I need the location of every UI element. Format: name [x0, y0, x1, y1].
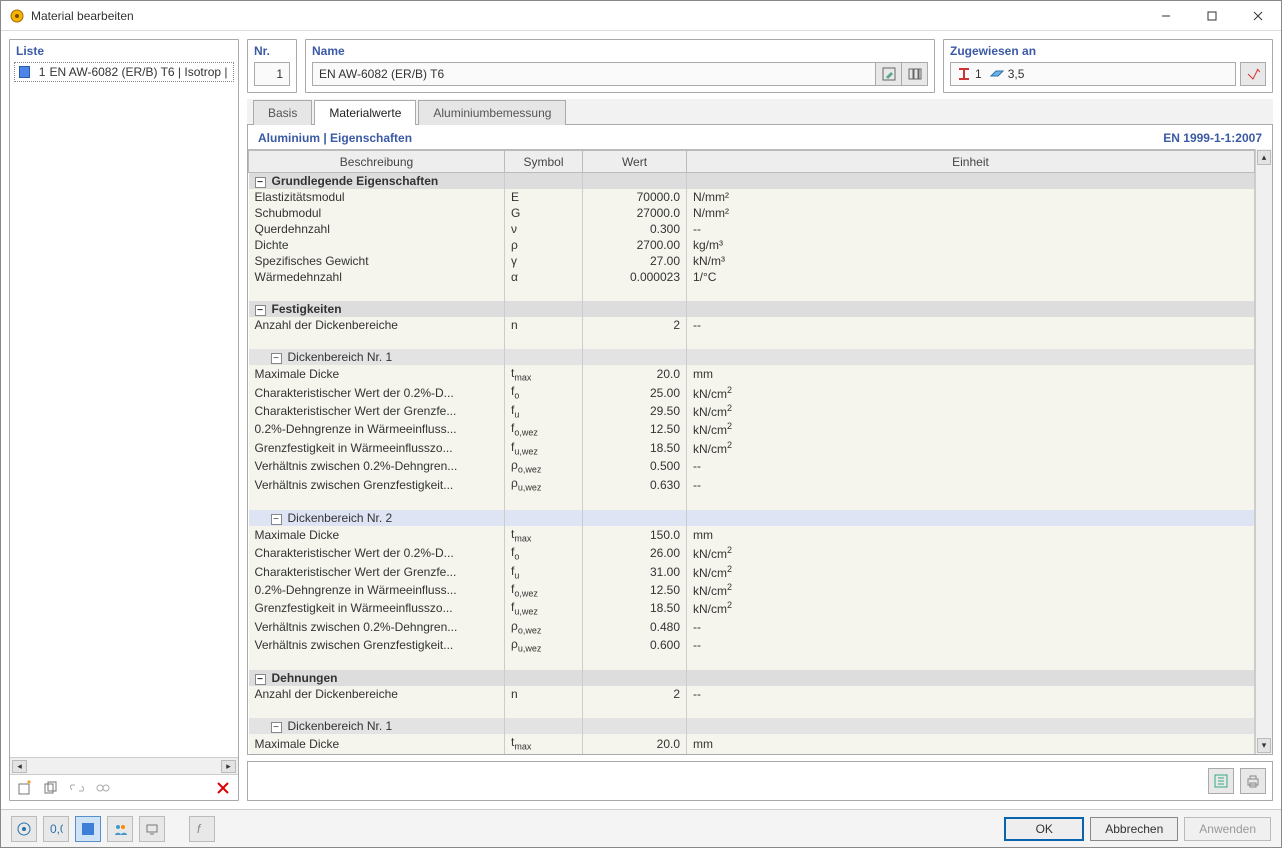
cancel-button[interactable]: Abbrechen [1090, 817, 1178, 841]
scroll-right-icon[interactable]: ▸ [221, 760, 236, 773]
minimize-button[interactable] [1143, 1, 1189, 31]
col-symbol[interactable]: Symbol [505, 151, 583, 173]
delete-item-button[interactable] [212, 777, 234, 799]
table-row[interactable]: Verhältnis zwischen Grenzfestigkeit...ρu… [249, 636, 1255, 654]
table-row[interactable]: Dehnungswert gemessen mit einer l...A80.… [249, 753, 1255, 754]
assigned-input[interactable]: 1 3,5 [950, 62, 1236, 86]
col-unit[interactable]: Einheit [687, 151, 1255, 173]
copy-item-button[interactable] [40, 777, 62, 799]
nr-label: Nr. [248, 40, 296, 60]
table-row[interactable]: 0.2%-Dehngrenze in Wärmeeinfluss...fo,we… [249, 420, 1255, 438]
name-input[interactable]: EN AW-6082 (ER/B) T6 [312, 62, 876, 86]
titlebar: Material bearbeiten [1, 1, 1281, 31]
table-row[interactable]: Spezifisches Gewichtγ27.00kN/m³ [249, 253, 1255, 269]
table-row[interactable]: Maximale Dicketmax20.0mm [249, 365, 1255, 383]
beam-icon [957, 68, 971, 80]
library-button[interactable] [902, 62, 928, 86]
table-row[interactable]: −Festigkeiten [249, 301, 1255, 317]
color-mode-button[interactable] [75, 816, 101, 842]
table-row[interactable]: SchubmodulG27000.0N/mm² [249, 205, 1255, 221]
tabs: Basis Materialwerte Aluminiumbemessung [247, 99, 1273, 125]
tab-basis[interactable]: Basis [253, 100, 312, 125]
table-row[interactable] [249, 285, 1255, 301]
table-row[interactable]: −Dickenbereich Nr. 2 [249, 510, 1255, 526]
tab-materialwerte[interactable]: Materialwerte [314, 100, 416, 125]
table-row[interactable]: −Dickenbereich Nr. 1 [249, 718, 1255, 734]
table-row[interactable]: Dichteρ2700.00kg/m³ [249, 237, 1255, 253]
dialog-window: Material bearbeiten Liste 1 EN AW-6082 (… [0, 0, 1282, 848]
table-row[interactable]: Charakteristischer Wert der Grenzfe...fu… [249, 402, 1255, 420]
table-row[interactable] [249, 333, 1255, 349]
window-title: Material bearbeiten [31, 9, 1143, 23]
list-label: Liste [10, 40, 238, 60]
table-row[interactable]: −Dickenbereich Nr. 1 [249, 349, 1255, 365]
svg-text:f: f [197, 822, 202, 836]
name-label: Name [306, 40, 934, 60]
assigned-label: Zugewiesen an [944, 40, 1272, 60]
link-button[interactable] [66, 777, 88, 799]
units-button[interactable]: 0,00 [43, 816, 69, 842]
maximize-button[interactable] [1189, 1, 1235, 31]
table-row[interactable]: 0.2%-Dehngrenze in Wärmeeinfluss...fo,we… [249, 581, 1255, 599]
list-item[interactable]: 1 EN AW-6082 (ER/B) T6 | Isotrop | Linea [14, 62, 234, 82]
table-row[interactable]: Anzahl der Dickenbereichen2-- [249, 317, 1255, 333]
list-item-nr: 1 [34, 65, 46, 79]
new-item-button[interactable] [14, 777, 36, 799]
table-row[interactable] [249, 494, 1255, 510]
close-button[interactable] [1235, 1, 1281, 31]
svg-text:0,00: 0,00 [50, 822, 63, 836]
table-row[interactable]: Querdehnzahlν0.300-- [249, 221, 1255, 237]
scroll-down-icon[interactable]: ▾ [1257, 738, 1271, 753]
col-description[interactable]: Beschreibung [249, 151, 505, 173]
vertical-scrollbar[interactable]: ▴ ▾ [1255, 149, 1272, 754]
section-title: Aluminium | Eigenschaften [258, 131, 412, 145]
norm-reference: EN 1999-1-1:2007 [1163, 131, 1262, 145]
table-row[interactable]: Grenzfestigkeit in Wärmeeinflusszo...fu,… [249, 599, 1255, 617]
print-button[interactable] [1240, 768, 1266, 794]
table-row[interactable]: Verhältnis zwischen 0.2%-Dehngren...ρo,w… [249, 618, 1255, 636]
help-button[interactable] [11, 816, 37, 842]
material-list[interactable]: 1 EN AW-6082 (ER/B) T6 | Isotrop | Linea [10, 60, 238, 757]
apply-button: Anwenden [1184, 817, 1271, 841]
table-row[interactable]: Verhältnis zwischen Grenzfestigkeit...ρu… [249, 475, 1255, 493]
properties-grid[interactable]: Beschreibung Symbol Wert Einheit −Grundl… [248, 149, 1255, 754]
table-row[interactable]: Maximale Dicketmax20.0mm [249, 734, 1255, 752]
table-row[interactable] [249, 654, 1255, 670]
ok-button[interactable]: OK [1004, 817, 1084, 841]
col-value[interactable]: Wert [583, 151, 687, 173]
export-button[interactable] [1208, 768, 1234, 794]
table-row[interactable]: Maximale Dicketmax150.0mm [249, 526, 1255, 544]
footer: 0,00 f OK Abbrechen Anwenden [1, 809, 1281, 847]
table-row[interactable]: Verhältnis zwischen 0.2%-Dehngren...ρo,w… [249, 457, 1255, 475]
horizontal-scrollbar[interactable]: ◂ ▸ [10, 757, 238, 774]
persons-button[interactable] [107, 816, 133, 842]
table-row[interactable]: Charakteristischer Wert der 0.2%-D...fo2… [249, 544, 1255, 562]
scroll-up-icon[interactable]: ▴ [1257, 150, 1271, 165]
table-row[interactable]: ElastizitätsmodulE70000.0N/mm² [249, 189, 1255, 205]
table-row[interactable]: −Dehnungen [249, 670, 1255, 686]
color-swatch-icon [19, 66, 30, 78]
table-row[interactable] [249, 702, 1255, 718]
table-row[interactable]: Grenzfestigkeit in Wärmeeinflusszo...fu,… [249, 439, 1255, 457]
nr-input[interactable]: 1 [254, 62, 290, 86]
list-item-text: EN AW-6082 (ER/B) T6 | Isotrop | Linea [49, 65, 229, 79]
function-button[interactable]: f [189, 816, 215, 842]
pick-name-button[interactable] [876, 62, 902, 86]
table-row[interactable]: Wärmedehnzahlα0.0000231/°C [249, 269, 1255, 285]
scroll-left-icon[interactable]: ◂ [12, 760, 27, 773]
monitor-button[interactable] [139, 816, 165, 842]
table-row[interactable]: −Grundlegende Eigenschaften [249, 173, 1255, 190]
list-toolbar [10, 774, 238, 800]
plate-icon [990, 68, 1004, 80]
chain-button[interactable] [92, 777, 114, 799]
tab-aluminiumbemessung[interactable]: Aluminiumbemessung [418, 100, 566, 125]
notes-bar [247, 761, 1273, 801]
clear-assigned-button[interactable] [1240, 62, 1266, 86]
table-row[interactable]: Charakteristischer Wert der 0.2%-D...fo2… [249, 383, 1255, 401]
table-row[interactable]: Anzahl der Dickenbereichen2-- [249, 686, 1255, 702]
table-row[interactable]: Charakteristischer Wert der Grenzfe...fu… [249, 563, 1255, 581]
app-icon [9, 8, 25, 24]
